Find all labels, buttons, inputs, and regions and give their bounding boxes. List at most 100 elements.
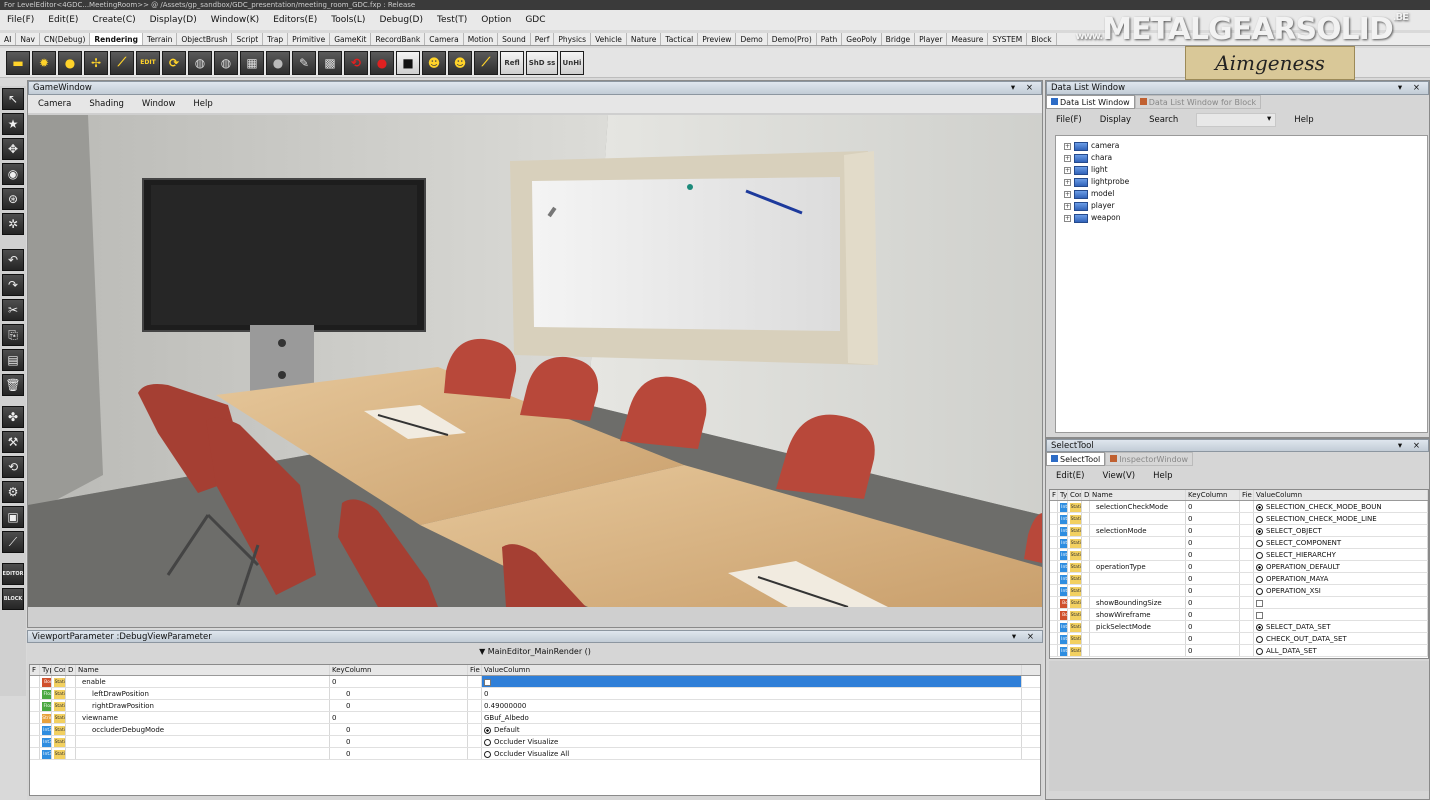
menu-file[interactable]: File(F)	[7, 15, 34, 25]
tab-path[interactable]: Path	[817, 33, 843, 45]
column-header-typ[interactable]: Typ	[40, 665, 52, 675]
pencil-icon[interactable]: ✎	[292, 50, 316, 75]
datalist-menu-search[interactable]: Search	[1149, 115, 1178, 125]
menu-test[interactable]: Test(T)	[437, 15, 467, 25]
tree-item-player[interactable]: + player	[1064, 200, 1427, 212]
tab-select-tool[interactable]: SelectTool	[1046, 452, 1106, 466]
feather-icon[interactable]: ⟋	[110, 50, 134, 75]
grid-cell[interactable]: SELECT_OBJECT	[1254, 525, 1428, 536]
tab-bridge[interactable]: Bridge	[882, 33, 916, 45]
tab-gamekit[interactable]: GameKit	[330, 33, 372, 45]
sphere-icon[interactable]: ●	[266, 50, 290, 75]
radio-icon[interactable]	[1256, 551, 1263, 559]
record-loop-icon[interactable]: ⟲	[344, 50, 368, 75]
game-menu-help[interactable]: Help	[193, 99, 212, 109]
tab-primitive[interactable]: Primitive	[288, 33, 331, 45]
tab-terrain[interactable]: Terrain	[143, 33, 178, 45]
radio-icon[interactable]	[1256, 539, 1263, 547]
edit-button[interactable]: EDIT	[136, 50, 160, 75]
tab-objectbrush[interactable]: ObjectBrush	[177, 33, 233, 45]
grid-cell[interactable]: GBuf_Albedo	[482, 712, 1022, 723]
block-mode-button[interactable]: BLOCK	[2, 588, 24, 610]
column-header-key[interactable]: KeyColumn	[330, 665, 468, 675]
tab-inspector[interactable]: InspectorWindow	[1105, 452, 1194, 466]
character-alt-icon[interactable]: ☻	[448, 50, 472, 75]
tab-preview[interactable]: Preview	[698, 33, 737, 45]
paste-icon[interactable]: ▤	[2, 349, 24, 371]
viewport-parameter-controls[interactable]: ▾ ×	[1012, 631, 1042, 642]
grid-cell[interactable]: Occluder Visualize All	[482, 748, 1022, 759]
column-header-d[interactable]: D	[1082, 490, 1090, 500]
grid-cell[interactable]: Occluder Visualize	[482, 736, 1022, 747]
radio-icon[interactable]	[484, 750, 491, 758]
table-row[interactable]: BoolStatic enable 0	[30, 676, 1040, 688]
tab-motion[interactable]: Motion	[464, 33, 499, 45]
radio-icon[interactable]	[1256, 587, 1263, 595]
lightbulb-icon[interactable]: ●	[58, 50, 82, 75]
tab-ai[interactable]: AI	[0, 33, 17, 45]
table-row[interactable]: StringStatic viewname 0 GBuf_Albedo	[30, 712, 1040, 724]
expand-icon[interactable]: +	[1064, 178, 1071, 186]
expand-icon[interactable]: +	[1064, 154, 1071, 162]
tab-rendering[interactable]: Rendering	[90, 33, 144, 45]
grid-cell[interactable]: Default	[482, 724, 1022, 735]
grid-cell[interactable]: 0.49000000	[482, 700, 1022, 711]
radio-icon[interactable]	[1256, 515, 1263, 523]
column-header-con[interactable]: Con	[1068, 490, 1082, 500]
tab-sound[interactable]: Sound	[498, 33, 531, 45]
refresh-icon[interactable]: ⟳	[162, 50, 186, 75]
table-row[interactable]: Int32Static occluderDebugMode 0 Default	[30, 724, 1040, 736]
tab-nature[interactable]: Nature	[627, 33, 662, 45]
star-icon[interactable]: ★	[2, 113, 24, 135]
camera-icon[interactable]: ▣	[2, 506, 24, 528]
radio-icon[interactable]	[1256, 635, 1263, 643]
table-row[interactable]: Int32Static 0 Occluder Visualize All	[30, 748, 1040, 760]
radio-icon[interactable]	[1256, 527, 1263, 535]
game-menu-window[interactable]: Window	[142, 99, 176, 109]
tab-recordbank[interactable]: RecordBank	[371, 33, 426, 45]
column-header-fie[interactable]: Fie	[1240, 490, 1254, 500]
table-row[interactable]: BoolStatic showWireframe 0	[1050, 609, 1428, 621]
menu-edit[interactable]: Edit(E)	[48, 15, 78, 25]
render-target-selector[interactable]: ▼ MainEditor_MainRender ()	[27, 643, 1043, 661]
move-icon[interactable]: ✥	[2, 138, 24, 160]
grid-cell[interactable]: SELECT_HIERARCHY	[1254, 549, 1428, 560]
tab-system[interactable]: SYSTEM	[988, 33, 1028, 45]
redo-icon[interactable]: ↷	[2, 274, 24, 296]
menu-option[interactable]: Option	[481, 15, 511, 25]
grid-cell[interactable]: SELECT_COMPONENT	[1254, 537, 1428, 548]
ruler-icon[interactable]: ⟋	[2, 531, 24, 553]
game-menu-camera[interactable]: Camera	[38, 99, 71, 109]
column-header-con[interactable]: Con	[52, 665, 66, 675]
checker-sphere-icon[interactable]: ◍	[188, 50, 212, 75]
grid-cell[interactable]: OPERATION_XSI	[1254, 585, 1428, 596]
table-row[interactable]: Int32Static 0 ALL_DATA_SET	[1050, 645, 1428, 657]
menu-window[interactable]: Window(K)	[211, 15, 259, 25]
column-header-f[interactable]: F	[30, 665, 40, 675]
unhide-button[interactable]: UnHi	[560, 50, 584, 75]
expand-icon[interactable]: +	[1064, 166, 1071, 174]
table-row[interactable]: Int32Static selectionCheckMode 0 SELECTION_…	[1050, 501, 1428, 513]
datalist-menu-help[interactable]: Help	[1294, 115, 1313, 125]
delete-icon[interactable]: 🗑	[2, 374, 24, 396]
tree-item-model[interactable]: + model	[1064, 188, 1427, 200]
tab-tactical[interactable]: Tactical	[661, 33, 699, 45]
menu-create[interactable]: Create(C)	[92, 15, 135, 25]
tab-physics[interactable]: Physics	[554, 33, 592, 45]
column-header-name[interactable]: Name	[1090, 490, 1186, 500]
grid-cell[interactable]	[1254, 597, 1428, 608]
tab-geopoly[interactable]: GeoPoly	[842, 33, 882, 45]
expand-icon[interactable]: +	[1064, 214, 1071, 222]
undo-icon[interactable]: ↶	[2, 249, 24, 271]
tab-measure[interactable]: Measure	[947, 33, 989, 45]
grid-cell[interactable]	[1254, 609, 1428, 620]
snap-icon[interactable]: ✲	[2, 213, 24, 235]
column-header-f[interactable]: F	[1050, 490, 1058, 500]
data-list-controls[interactable]: ▾ ×	[1398, 82, 1428, 94]
tab-data-list-block[interactable]: Data List Window for Block	[1134, 95, 1262, 109]
tab-trap[interactable]: Trap	[263, 33, 289, 45]
table-row[interactable]: Int32Static 0 SELECT_COMPONENT	[1050, 537, 1428, 549]
checker-sphere-alt-icon[interactable]: ◍	[214, 50, 238, 75]
tab-camera[interactable]: Camera	[425, 33, 464, 45]
grid-cell[interactable]: CHECK_OUT_DATA_SET	[1254, 633, 1428, 644]
